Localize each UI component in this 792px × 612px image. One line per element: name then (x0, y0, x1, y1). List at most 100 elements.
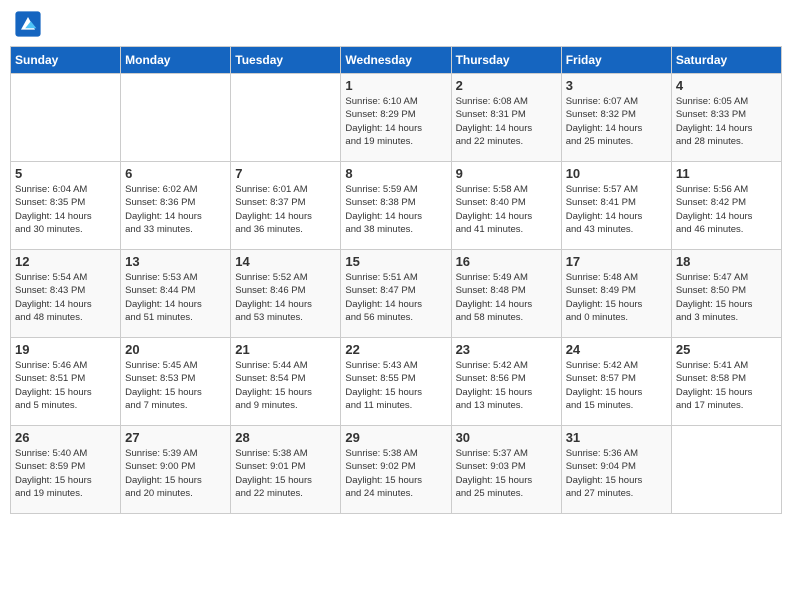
day-number: 26 (15, 430, 116, 445)
calendar-cell: 29Sunrise: 5:38 AM Sunset: 9:02 PM Dayli… (341, 426, 451, 514)
day-info: Sunrise: 5:53 AM Sunset: 8:44 PM Dayligh… (125, 271, 226, 324)
day-info: Sunrise: 5:38 AM Sunset: 9:01 PM Dayligh… (235, 447, 336, 500)
day-info: Sunrise: 5:46 AM Sunset: 8:51 PM Dayligh… (15, 359, 116, 412)
calendar-table: SundayMondayTuesdayWednesdayThursdayFrid… (10, 46, 782, 514)
day-number: 4 (676, 78, 777, 93)
calendar-cell: 21 Sunrise: 5:44 AM Sunset: 8:54 PM Dayli… (231, 338, 341, 426)
day-info: Sunrise: 6:01 AM Sunset: 8:37 PM Dayligh… (235, 183, 336, 236)
day-header-friday: Friday (561, 47, 671, 74)
day-info: Sunrise: 5:45 AM Sunset: 8:53 PM Dayligh… (125, 359, 226, 412)
calendar-cell: 18 Sunrise: 5:47 AM Sunset: 8:50 PM Dayli… (671, 250, 781, 338)
day-info: Sunrise: 5:56 AM Sunset: 8:42 PM Dayligh… (676, 183, 777, 236)
calendar-cell: 30 Sunrise: 5:37 AM Sunset: 9:03 PM Dayli… (451, 426, 561, 514)
calendar-cell (121, 74, 231, 162)
day-info: Sunrise: 5:41 AM Sunset: 8:58 PM Dayligh… (676, 359, 777, 412)
day-info: Sunrise: 5:58 AM Sunset: 8:40 PM Dayligh… (456, 183, 557, 236)
day-info: Sunrise: 5:40 AM Sunset: 8:59 PM Dayligh… (15, 447, 116, 500)
logo-icon (14, 10, 42, 38)
calendar-cell: 31 Sunrise: 5:36 AM Sunset: 9:04 PM Dayli… (561, 426, 671, 514)
day-number: 27 (125, 430, 226, 445)
calendar-cell: 9 Sunrise: 5:58 AM Sunset: 8:40 PM Daylig… (451, 162, 561, 250)
page-header (10, 10, 782, 38)
day-info: Sunrise: 5:42 AM Sunset: 8:56 PM Dayligh… (456, 359, 557, 412)
day-number: 29 (345, 430, 446, 445)
day-number: 12 (15, 254, 116, 269)
calendar-week-5: 26 Sunrise: 5:40 AM Sunset: 8:59 PM Dayli… (11, 426, 782, 514)
day-number: 31 (566, 430, 667, 445)
calendar-cell: 11 Sunrise: 5:56 AM Sunset: 8:42 PM Dayli… (671, 162, 781, 250)
day-info: Sunrise: 5:47 AM Sunset: 8:50 PM Dayligh… (676, 271, 777, 324)
day-info: Sunrise: 5:44 AM Sunset: 8:54 PM Dayligh… (235, 359, 336, 412)
calendar-cell (231, 74, 341, 162)
day-info: Sunrise: 5:54 AM Sunset: 8:43 PM Dayligh… (15, 271, 116, 324)
day-number: 23 (456, 342, 557, 357)
day-info: Sunrise: 6:10 AM Sunset: 8:29 PM Dayligh… (345, 95, 446, 148)
day-number: 14 (235, 254, 336, 269)
calendar-cell: 3 Sunrise: 6:07 AM Sunset: 8:32 PM Daylig… (561, 74, 671, 162)
day-number: 20 (125, 342, 226, 357)
calendar-cell: 14 Sunrise: 5:52 AM Sunset: 8:46 PM Dayli… (231, 250, 341, 338)
day-number: 6 (125, 166, 226, 181)
day-header-sunday: Sunday (11, 47, 121, 74)
calendar-cell: 5 Sunrise: 6:04 AM Sunset: 8:35 PM Daylig… (11, 162, 121, 250)
day-info: Sunrise: 5:59 AM Sunset: 8:38 PM Dayligh… (345, 183, 446, 236)
calendar-cell: 4 Sunrise: 6:05 AM Sunset: 8:33 PM Daylig… (671, 74, 781, 162)
calendar-cell: 6Sunrise: 6:02 AM Sunset: 8:36 PM Daylig… (121, 162, 231, 250)
day-info: Sunrise: 5:36 AM Sunset: 9:04 PM Dayligh… (566, 447, 667, 500)
day-number: 19 (15, 342, 116, 357)
day-number: 1 (345, 78, 446, 93)
day-number: 8 (345, 166, 446, 181)
day-number: 10 (566, 166, 667, 181)
day-number: 18 (676, 254, 777, 269)
day-info: Sunrise: 6:07 AM Sunset: 8:32 PM Dayligh… (566, 95, 667, 148)
calendar-cell: 17Sunrise: 5:48 AM Sunset: 8:49 PM Dayli… (561, 250, 671, 338)
calendar-week-4: 19 Sunrise: 5:46 AM Sunset: 8:51 PM Dayli… (11, 338, 782, 426)
calendar-body: 1 Sunrise: 6:10 AM Sunset: 8:29 PM Daylig… (11, 74, 782, 514)
day-number: 5 (15, 166, 116, 181)
day-number: 22 (345, 342, 446, 357)
day-number: 30 (456, 430, 557, 445)
day-number: 7 (235, 166, 336, 181)
day-info: Sunrise: 5:49 AM Sunset: 8:48 PM Dayligh… (456, 271, 557, 324)
calendar-cell (671, 426, 781, 514)
day-number: 11 (676, 166, 777, 181)
day-header-wednesday: Wednesday (341, 47, 451, 74)
calendar-cell: 2 Sunrise: 6:08 AM Sunset: 8:31 PM Daylig… (451, 74, 561, 162)
calendar-cell: 28 Sunrise: 5:38 AM Sunset: 9:01 PM Dayli… (231, 426, 341, 514)
calendar-cell: 20 Sunrise: 5:45 AM Sunset: 8:53 PM Dayli… (121, 338, 231, 426)
day-number: 2 (456, 78, 557, 93)
day-header-monday: Monday (121, 47, 231, 74)
day-info: Sunrise: 5:42 AM Sunset: 8:57 PM Dayligh… (566, 359, 667, 412)
calendar-header-row: SundayMondayTuesdayWednesdayThursdayFrid… (11, 47, 782, 74)
day-number: 3 (566, 78, 667, 93)
calendar-cell: 25 Sunrise: 5:41 AM Sunset: 8:58 PM Dayli… (671, 338, 781, 426)
calendar-cell: 23 Sunrise: 5:42 AM Sunset: 8:56 PM Dayli… (451, 338, 561, 426)
calendar-cell: 19 Sunrise: 5:46 AM Sunset: 8:51 PM Dayli… (11, 338, 121, 426)
calendar-cell: 26 Sunrise: 5:40 AM Sunset: 8:59 PM Dayli… (11, 426, 121, 514)
calendar-cell: 16 Sunrise: 5:49 AM Sunset: 8:48 PM Dayli… (451, 250, 561, 338)
day-number: 28 (235, 430, 336, 445)
calendar-cell: 12 Sunrise: 5:54 AM Sunset: 8:43 PM Dayli… (11, 250, 121, 338)
day-number: 13 (125, 254, 226, 269)
day-number: 15 (345, 254, 446, 269)
calendar-cell: 1 Sunrise: 6:10 AM Sunset: 8:29 PM Daylig… (341, 74, 451, 162)
day-header-saturday: Saturday (671, 47, 781, 74)
day-info: Sunrise: 6:08 AM Sunset: 8:31 PM Dayligh… (456, 95, 557, 148)
day-number: 16 (456, 254, 557, 269)
calendar-cell: 15 Sunrise: 5:51 AM Sunset: 8:47 PM Dayli… (341, 250, 451, 338)
day-number: 25 (676, 342, 777, 357)
day-number: 9 (456, 166, 557, 181)
day-info: Sunrise: 5:51 AM Sunset: 8:47 PM Dayligh… (345, 271, 446, 324)
day-info: Sunrise: 5:37 AM Sunset: 9:03 PM Dayligh… (456, 447, 557, 500)
day-info: Sunrise: 6:05 AM Sunset: 8:33 PM Dayligh… (676, 95, 777, 148)
calendar-cell: 22Sunrise: 5:43 AM Sunset: 8:55 PM Dayli… (341, 338, 451, 426)
calendar-cell: 8 Sunrise: 5:59 AM Sunset: 8:38 PM Daylig… (341, 162, 451, 250)
calendar-cell: 13 Sunrise: 5:53 AM Sunset: 8:44 PM Dayli… (121, 250, 231, 338)
day-info: Sunrise: 5:52 AM Sunset: 8:46 PM Dayligh… (235, 271, 336, 324)
calendar-cell: 24Sunrise: 5:42 AM Sunset: 8:57 PM Dayli… (561, 338, 671, 426)
day-info: Sunrise: 6:04 AM Sunset: 8:35 PM Dayligh… (15, 183, 116, 236)
day-number: 21 (235, 342, 336, 357)
day-info: Sunrise: 5:48 AM Sunset: 8:49 PM Dayligh… (566, 271, 667, 324)
calendar-cell: 7 Sunrise: 6:01 AM Sunset: 8:37 PM Daylig… (231, 162, 341, 250)
calendar-cell: 10Sunrise: 5:57 AM Sunset: 8:41 PM Dayli… (561, 162, 671, 250)
